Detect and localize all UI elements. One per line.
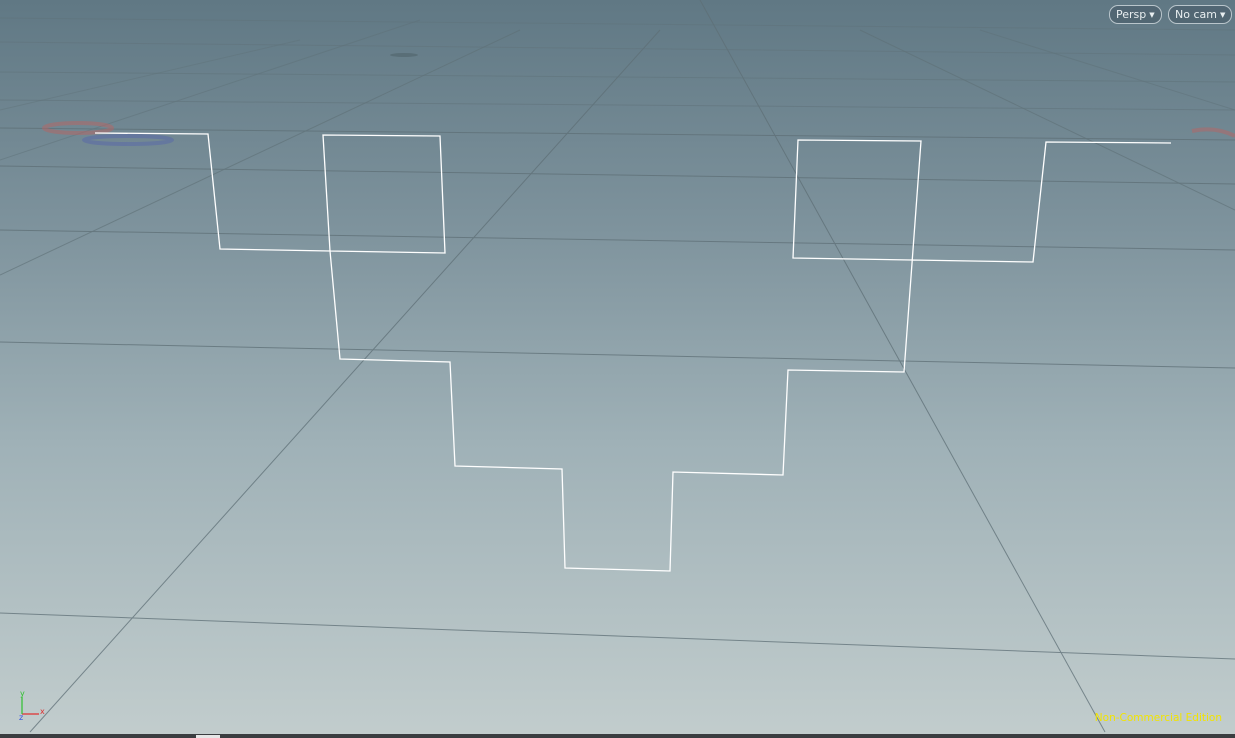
axis-y-label: y xyxy=(20,689,25,698)
grid-line xyxy=(0,99,1235,111)
grid-line xyxy=(0,17,1235,31)
grid-line xyxy=(0,165,1235,185)
camera-view-label: Persp xyxy=(1116,8,1147,21)
chevron-down-icon: ▼ xyxy=(1149,11,1155,19)
camera-select-menu-button[interactable]: No cam ▼ xyxy=(1168,5,1233,24)
grid-line xyxy=(979,29,1235,111)
edition-label: Non-Commercial Edition xyxy=(1094,712,1222,724)
grid-line xyxy=(0,29,521,276)
ghost-handle xyxy=(390,53,418,57)
grid-line xyxy=(699,0,1106,733)
axis-z-label: z xyxy=(19,713,23,722)
grid-line xyxy=(0,341,1235,369)
camera-view-menu-button[interactable]: Persp ▼ xyxy=(1109,5,1162,24)
chevron-down-icon: ▼ xyxy=(1219,11,1226,19)
status-strip xyxy=(0,734,1235,738)
axis-gizmo-icon: x y z xyxy=(19,689,45,722)
ghost-handle xyxy=(1191,127,1235,138)
ghost-handle xyxy=(82,134,174,146)
grid-line xyxy=(0,41,1235,56)
camera-select-label: No cam xyxy=(1175,8,1217,21)
ghost-handle xyxy=(42,121,114,135)
3d-viewport[interactable]: x y z Persp ▼ No cam ▼ Non-Commercial Edit… xyxy=(0,0,1235,738)
viewport-scene: x y z xyxy=(0,0,1235,733)
axis-x-label: x xyxy=(40,707,45,716)
grid-line xyxy=(0,19,421,161)
curve-geometry[interactable] xyxy=(94,132,1172,572)
grid-line xyxy=(859,29,1235,211)
grid-line xyxy=(0,612,1235,660)
grid-line xyxy=(0,229,1235,251)
ground-grid xyxy=(0,0,1235,733)
